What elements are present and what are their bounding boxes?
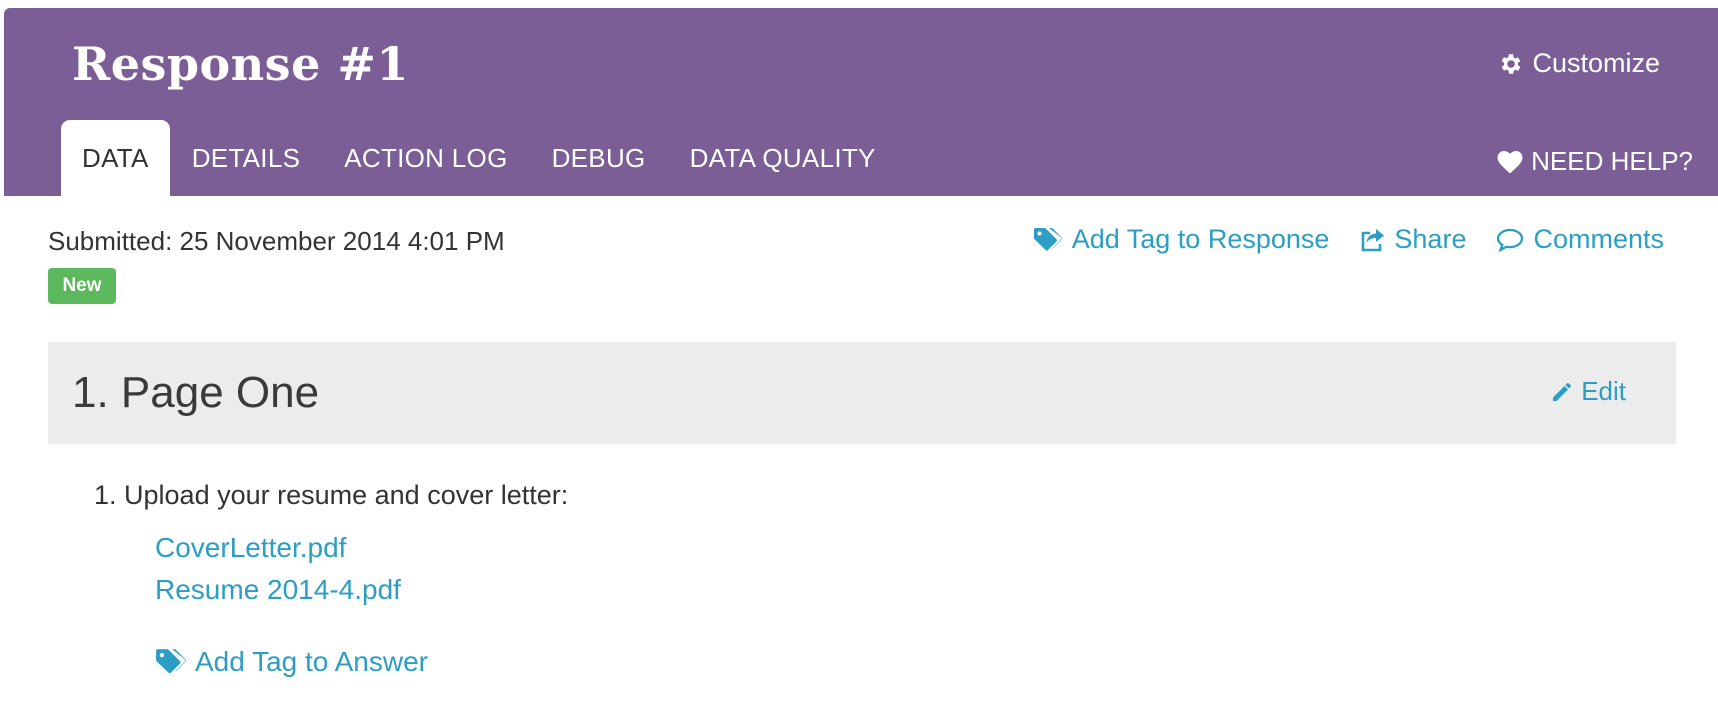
comments-label: Comments [1533,224,1664,254]
tags-icon [1033,227,1063,253]
tab-data-quality[interactable]: DATA QUALITY [668,120,898,196]
need-help-label: NEED HELP? [1531,146,1693,176]
tab-debug[interactable]: DEBUG [530,120,668,196]
tab-data[interactable]: DATA [61,120,170,196]
submitted-timestamp: Submitted: 25 November 2014 4:01 PM [48,226,505,256]
customize-button[interactable]: Customize [1498,48,1660,79]
file-link-resume[interactable]: Resume 2014-4.pdf [155,572,401,607]
response-window: Response #1 Customize DATA DETAILS ACTIO… [0,0,1718,728]
comments-link[interactable]: Comments [1496,224,1664,255]
tab-bar: DATA DETAILS ACTION LOG DEBUG DATA QUALI… [61,120,898,196]
page-title: Response #1 [72,37,409,91]
question-text: 1. Upload your resume and cover letter: [94,480,569,510]
response-actions: Add Tag to Response Share Comments [1033,224,1664,255]
need-help-button[interactable]: NEED HELP? [1497,146,1693,177]
share-label: Share [1394,224,1467,254]
edit-link[interactable]: Edit [1550,376,1626,407]
section-title: 1. Page One [72,368,320,417]
add-tag-to-response-label: Add Tag to Response [1071,224,1330,254]
share-icon [1359,227,1385,253]
add-tag-to-answer-link[interactable]: Add Tag to Answer [155,646,428,678]
add-tag-to-answer-label: Add Tag to Answer [195,646,428,677]
status-badge: New [48,268,116,304]
tab-action-log[interactable]: ACTION LOG [322,120,529,196]
file-link-cover-letter[interactable]: CoverLetter.pdf [155,530,401,565]
customize-label: Customize [1532,48,1660,78]
edit-label: Edit [1581,376,1626,406]
pencil-icon [1550,380,1574,404]
page-section-header: 1. Page One Edit [48,342,1676,444]
comment-icon [1496,228,1524,252]
heart-icon [1497,150,1523,174]
header-bar: Response #1 Customize DATA DETAILS ACTIO… [4,8,1718,196]
share-link[interactable]: Share [1359,224,1466,255]
uploaded-files-list: CoverLetter.pdf Resume 2014-4.pdf [155,530,401,607]
tab-details[interactable]: DETAILS [170,120,323,196]
gear-icon [1498,51,1524,77]
add-tag-to-response-link[interactable]: Add Tag to Response [1033,224,1330,255]
tags-icon [155,648,187,676]
